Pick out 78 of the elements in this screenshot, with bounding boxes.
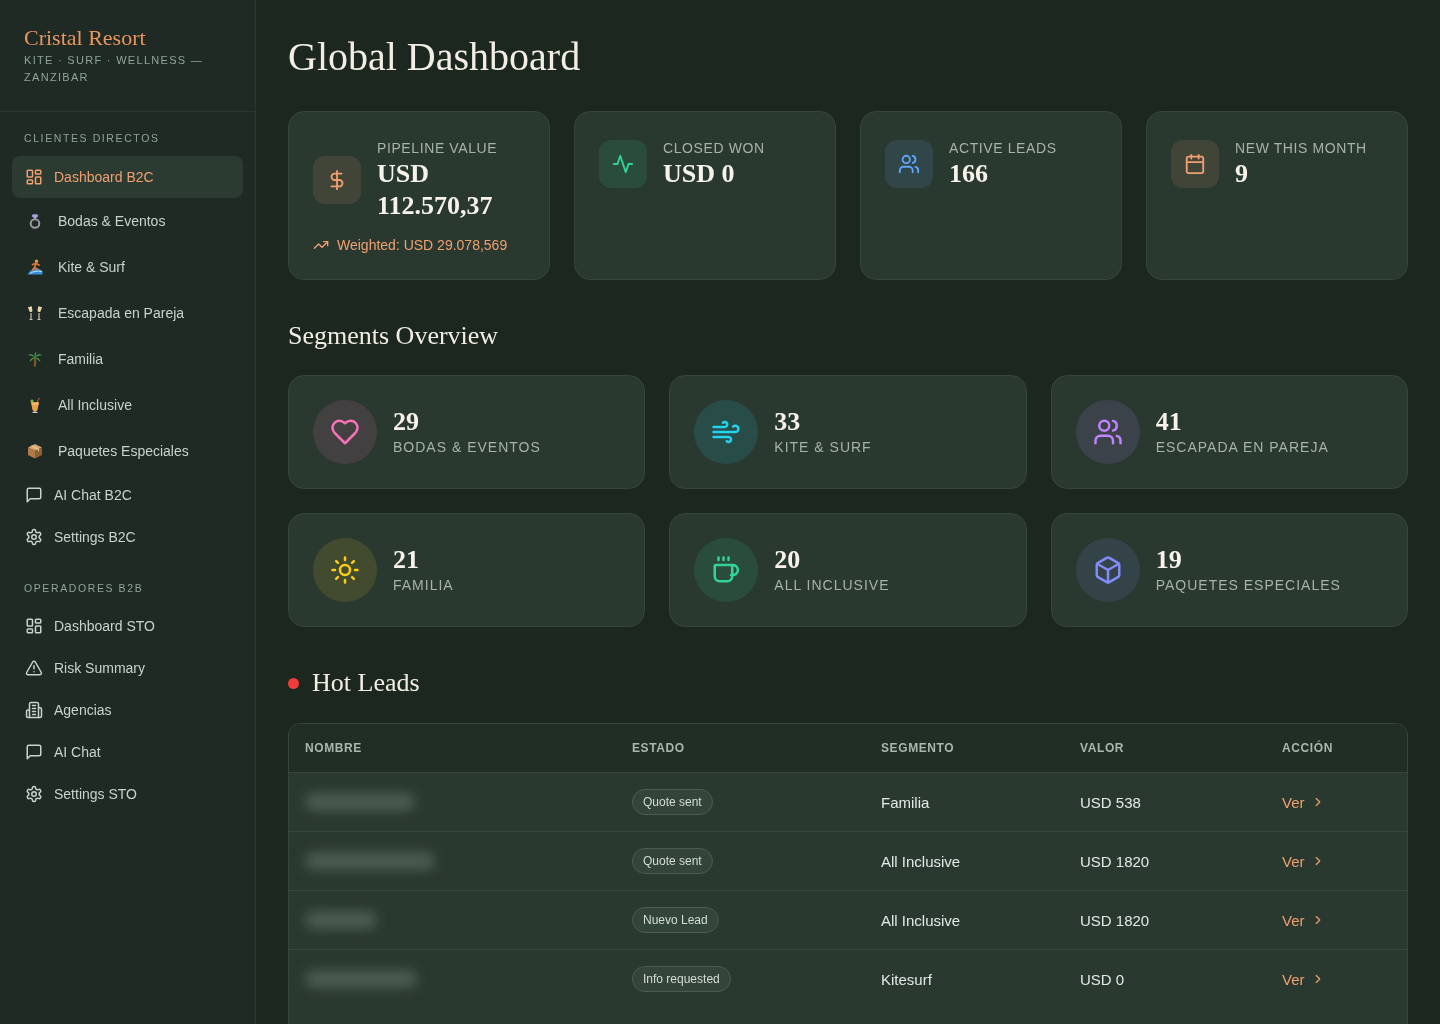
column-header: NOMBRE bbox=[305, 741, 362, 755]
stat-value: 9 bbox=[1235, 158, 1249, 190]
dot-icon bbox=[288, 677, 299, 689]
segment-count: 41 bbox=[1155, 407, 1182, 437]
nav-item[interactable]: Dashboard STO bbox=[12, 605, 243, 647]
segment-count: 21 bbox=[393, 545, 419, 575]
segment-label: FAMILIA bbox=[393, 576, 454, 595]
segment-count: 29 bbox=[393, 407, 419, 437]
status-badge: Nuevo Lead bbox=[632, 907, 719, 933]
stat-label: PIPELINE VALUE bbox=[377, 139, 499, 158]
stat-value: USD 0 bbox=[663, 158, 736, 190]
package-icon bbox=[27, 443, 43, 459]
weighted-value: Weighted: USD 29.078,569 bbox=[337, 236, 508, 255]
nav-item[interactable]: Settings B2C bbox=[12, 516, 243, 558]
column-header: ESTADO bbox=[632, 741, 685, 755]
section-label: OPERADORES B2B bbox=[24, 581, 144, 595]
segment-label: BODAS & EVENTOS bbox=[393, 438, 541, 457]
champagne-glasses-icon bbox=[27, 305, 43, 321]
section-title: Hot Leads bbox=[312, 667, 420, 699]
lead-value: USD 538 bbox=[1080, 793, 1141, 811]
blurred-text bbox=[305, 911, 377, 929]
nav-item[interactable]: All Inclusive bbox=[12, 382, 243, 428]
settings-icon bbox=[25, 528, 43, 546]
nav-item[interactable]: Agencias bbox=[12, 689, 243, 731]
stat-label: CLOSED WON bbox=[663, 139, 765, 158]
segment-count: 20 bbox=[774, 545, 801, 575]
column-header: ACCIÓN bbox=[1282, 741, 1333, 755]
lead-value: USD 1820 bbox=[1080, 911, 1150, 929]
status-badge: Quote sent bbox=[632, 848, 713, 874]
brand-name: Cristal Resort bbox=[24, 24, 146, 52]
column-header: SEGMENTO bbox=[881, 741, 955, 755]
chat-bubble-icon bbox=[25, 743, 43, 761]
segment-label: ESCAPADA EN PAREJA bbox=[1155, 438, 1329, 457]
segment-name: All Inclusive bbox=[881, 911, 961, 929]
segment-label: ALL INCLUSIVE bbox=[774, 576, 890, 595]
segment-count: 33 bbox=[774, 407, 801, 437]
building-icon bbox=[25, 701, 43, 719]
brand-tagline: KITE · SURF · WELLNESS — ZANZIBAR bbox=[24, 53, 205, 85]
view-link[interactable]: Ver bbox=[1282, 793, 1325, 811]
segment-name: All Inclusive bbox=[881, 852, 961, 870]
grid-icon bbox=[25, 168, 43, 186]
status-badge: Quote sent bbox=[632, 789, 713, 815]
nav-item[interactable]: AI Chat bbox=[12, 731, 243, 773]
page-title: Global Dashboard bbox=[288, 34, 581, 80]
view-link[interactable]: Ver bbox=[1282, 970, 1325, 988]
column-header: VALOR bbox=[1080, 741, 1125, 755]
palm-tree-icon bbox=[27, 351, 43, 367]
section-title: Segments Overview bbox=[288, 320, 500, 352]
lead-value: USD 1820 bbox=[1080, 852, 1150, 870]
stat-label: ACTIVE LEADS bbox=[949, 139, 1057, 158]
ring-icon bbox=[27, 213, 43, 229]
segment-name: Kitesurf bbox=[881, 970, 932, 988]
segment-name: Familia bbox=[881, 793, 930, 811]
nav-item[interactable]: Familia bbox=[12, 336, 243, 382]
nav-item[interactable]: Kite & Surf bbox=[12, 244, 243, 290]
stat-value: USD 112.570,37 bbox=[377, 158, 494, 222]
nav-item[interactable]: Risk Summary bbox=[12, 647, 243, 689]
settings-icon bbox=[25, 785, 43, 803]
nav-item[interactable]: Settings STO bbox=[12, 773, 243, 815]
nav-item[interactable]: Escapada en Pareja bbox=[12, 290, 243, 336]
view-link[interactable]: Ver bbox=[1282, 852, 1325, 870]
lead-value: USD 0 bbox=[1080, 970, 1125, 988]
stat-value: 166 bbox=[949, 158, 989, 190]
grid-icon bbox=[25, 617, 43, 635]
segment-count: 19 bbox=[1155, 545, 1182, 575]
chat-bubble-icon bbox=[25, 486, 43, 504]
nav-item[interactable]: AI Chat B2C bbox=[12, 474, 243, 516]
nav-item[interactable]: Bodas & Eventos bbox=[12, 198, 243, 244]
segment-label: PAQUETES ESPECIALES bbox=[1155, 576, 1341, 595]
nav-item[interactable]: Dashboard B2C bbox=[12, 156, 243, 198]
section-label: CLIENTES DIRECTOS bbox=[24, 131, 160, 145]
status-badge: Info requested bbox=[632, 966, 731, 992]
stat-label: NEW THIS MONTH bbox=[1235, 139, 1367, 158]
nav-item[interactable]: Paquetes Especiales bbox=[12, 428, 243, 474]
surfer-icon bbox=[27, 259, 43, 275]
warning-icon bbox=[25, 659, 43, 677]
view-link[interactable]: Ver bbox=[1282, 911, 1325, 929]
segment-label: KITE & SURF bbox=[774, 438, 872, 457]
